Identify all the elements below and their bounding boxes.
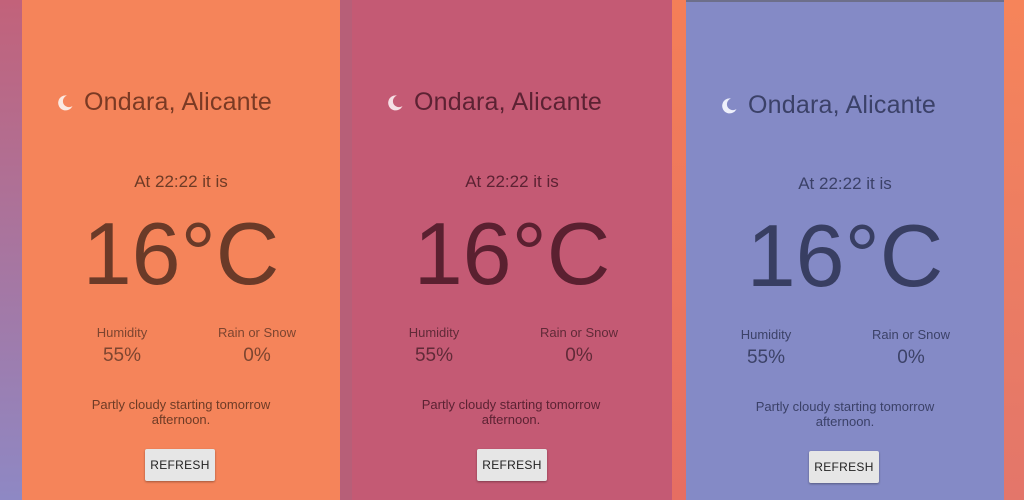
city-name: Ondara, Alicante	[414, 88, 603, 116]
background-edge-right	[1004, 0, 1024, 500]
refresh-button[interactable]: REFRESH	[809, 451, 879, 483]
rain-stat: Rain or Snow 0%	[524, 325, 634, 367]
temperature: 16°C	[413, 204, 611, 303]
refresh-button[interactable]: REFRESH	[477, 449, 547, 481]
humidity-value: 55%	[102, 345, 142, 366]
location-header: Ondara, Alicante	[56, 88, 272, 117]
time-text: At 22:22 it is	[134, 172, 228, 191]
moon-icon	[386, 94, 404, 112]
refresh-button[interactable]: REFRESH	[145, 449, 215, 481]
weather-card-orange: Ondara, Alicante At 22:22 it is 16°C Hum…	[22, 0, 340, 500]
humidity-value: 55%	[746, 347, 786, 368]
moon-icon	[56, 94, 74, 112]
humidity-label: Humidity	[408, 325, 460, 340]
temperature: 16°C	[746, 206, 944, 305]
temperature: 16°C	[82, 204, 280, 303]
city-name: Ondara, Alicante	[84, 88, 273, 116]
background-gap	[340, 0, 352, 500]
humidity-label: Humidity	[96, 325, 148, 340]
weather-card-rose: Ondara, Alicante At 22:22 it is 16°C Hum…	[352, 0, 672, 500]
rain-label: Rain or Snow	[871, 327, 951, 342]
rain-value: 0%	[897, 347, 925, 368]
time-text: At 22:22 it is	[465, 172, 559, 191]
city-name: Ondara, Alicante	[748, 91, 937, 119]
location-header: Ondara, Alicante	[720, 91, 936, 120]
weather-summary: Partly cloudy starting tomorrow afternoo…	[755, 399, 935, 429]
humidity-value: 55%	[414, 345, 454, 366]
rain-label: Rain or Snow	[217, 325, 297, 340]
weather-card-lavender: Ondara, Alicante At 22:22 it is 16°C Hum…	[686, 0, 1004, 500]
rain-value: 0%	[243, 345, 271, 366]
rain-label: Rain or Snow	[539, 325, 619, 340]
rain-stat: Rain or Snow 0%	[856, 327, 966, 369]
time-text: At 22:22 it is	[798, 174, 892, 193]
weather-summary: Partly cloudy starting tomorrow afternoo…	[421, 397, 601, 427]
moon-icon	[720, 97, 738, 115]
location-header: Ondara, Alicante	[386, 88, 602, 117]
weather-summary: Partly cloudy starting tomorrow afternoo…	[91, 397, 271, 427]
rain-value: 0%	[565, 345, 593, 366]
humidity-stat: Humidity 55%	[72, 325, 172, 367]
humidity-stat: Humidity 55%	[384, 325, 484, 367]
humidity-stat: Humidity 55%	[716, 327, 816, 369]
rain-stat: Rain or Snow 0%	[202, 325, 312, 367]
background-edge-left	[0, 0, 22, 500]
humidity-label: Humidity	[740, 327, 792, 342]
background-gap	[672, 0, 686, 500]
